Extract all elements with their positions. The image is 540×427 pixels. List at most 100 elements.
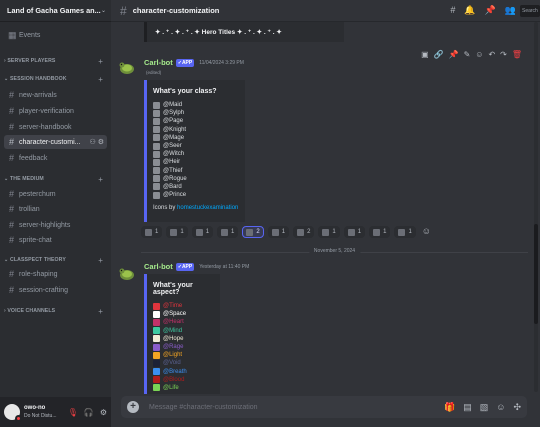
role-mention[interactable]: @Mind xyxy=(162,328,183,334)
attach-plus-icon[interactable]: + xyxy=(127,401,139,413)
role-mention[interactable]: @Rage xyxy=(162,344,184,350)
gear-icon[interactable]: ⚙ xyxy=(100,408,107,417)
role-mention[interactable]: @Life xyxy=(162,385,180,391)
emoji-icon[interactable]: ☺ xyxy=(496,402,505,413)
category-classpect-theory[interactable]: ⌄ CLASSPECT THEORY + xyxy=(4,257,107,263)
footer-link[interactable]: homestuckexamination xyxy=(177,205,238,211)
role-mention[interactable]: @Bard xyxy=(162,184,183,190)
role-mention[interactable]: @Thief xyxy=(162,168,183,174)
timestamp[interactable]: 11/04/2024 3:29 PM xyxy=(199,60,244,66)
category-label: SESSION HANDBOOK xyxy=(10,76,67,82)
thread-icon[interactable]: ✎ xyxy=(464,50,471,59)
role-mention[interactable]: @Sylph xyxy=(162,110,185,116)
mute-mic-icon[interactable]: 🎙 xyxy=(68,408,78,417)
role-mention[interactable]: @Seer xyxy=(162,143,183,149)
reaction-button[interactable]: 1 xyxy=(318,226,340,238)
role-mention[interactable]: @Page xyxy=(162,118,184,124)
add-channel-icon[interactable]: + xyxy=(98,76,103,82)
author-name[interactable]: Carl-bot xyxy=(144,262,173,271)
category-the-medium[interactable]: ⌄ THE MEDIUM + xyxy=(4,176,107,182)
bell-icon[interactable]: 🔔 xyxy=(464,5,475,16)
reaction-button[interactable]: 1 xyxy=(267,226,290,238)
hash-icon: # xyxy=(8,235,14,245)
add-reaction-icon[interactable]: ☺ xyxy=(420,226,433,238)
role-mention[interactable]: @Maid xyxy=(162,102,183,108)
channel-player-verification[interactable]: # player-verification xyxy=(4,104,107,118)
scrollbar-track[interactable] xyxy=(534,22,538,392)
composer-placeholder[interactable]: Message #character-customization xyxy=(149,404,258,411)
scrollbar-thumb[interactable] xyxy=(534,224,538,324)
search-input[interactable]: Search xyxy=(520,5,540,17)
reaction-button[interactable]: 1 xyxy=(166,226,188,238)
user-panel: owo-no Do Not Distu... 🎙 🎧 ⚙ xyxy=(0,397,111,427)
reaction-button[interactable]: 1 xyxy=(369,226,391,238)
role-mention[interactable]: @Rogue xyxy=(162,176,188,182)
gift-icon[interactable]: 🎁 xyxy=(444,402,455,413)
author-name[interactable]: Carl-bot xyxy=(144,58,173,67)
pin-icon[interactable]: 📌 xyxy=(449,50,459,59)
role-mention[interactable]: @Heir xyxy=(162,159,181,165)
role-mention[interactable]: @Time xyxy=(162,303,183,309)
add-channel-icon[interactable]: + xyxy=(98,308,103,314)
server-header[interactable]: Land of Gacha Games an... ⌄ xyxy=(0,0,111,22)
timestamp[interactable]: Yesterday at 11:40 PM xyxy=(199,264,249,270)
reaction-button[interactable]: 1 xyxy=(141,226,163,238)
role-mention[interactable]: @Space xyxy=(162,311,187,317)
channel-sprite-chat[interactable]: # sprite-chat xyxy=(4,233,107,247)
message-composer[interactable]: + Message #character-customization 🎁 ▤ ▧… xyxy=(121,396,527,418)
avatar[interactable] xyxy=(4,404,22,422)
channel-feedback[interactable]: # feedback xyxy=(4,151,107,165)
channel-server-highlights[interactable]: # server-highlights xyxy=(4,218,107,232)
reply-icon[interactable]: ↶ xyxy=(488,50,495,59)
apps-icon[interactable]: ✣ xyxy=(513,402,521,413)
channel-session-crafting[interactable]: # session-crafting xyxy=(4,283,107,297)
hash-icon: # xyxy=(8,285,14,295)
forward-icon[interactable]: ↷ xyxy=(500,50,507,59)
add-channel-icon[interactable]: + xyxy=(98,58,103,64)
delete-icon[interactable]: 🗑 xyxy=(512,50,522,59)
reaction-button[interactable]: 2 xyxy=(293,226,315,238)
role-mention[interactable]: @Witch xyxy=(162,151,185,157)
channel-server-handbook[interactable]: # server-handbook xyxy=(4,120,107,134)
app-icon[interactable]: ▣ xyxy=(421,50,429,59)
role-mention[interactable]: @Breath xyxy=(162,369,188,375)
role-mention[interactable]: @Blood xyxy=(162,377,185,383)
gear-icon[interactable]: ⚙ xyxy=(98,139,104,146)
bot-avatar[interactable] xyxy=(118,264,136,282)
reaction-button[interactable]: 1 xyxy=(191,226,214,238)
pin-icon[interactable]: 📌 xyxy=(485,5,496,16)
sticker-icon[interactable]: ▧ xyxy=(480,402,489,413)
add-member-icon[interactable]: ⚇ xyxy=(89,139,95,146)
link-icon[interactable]: 🔗 xyxy=(434,50,444,59)
bot-avatar[interactable] xyxy=(118,58,136,76)
channel-pesterchum[interactable]: # pesterchum xyxy=(4,187,107,201)
user-info[interactable]: owo-no Do Not Distu... xyxy=(24,404,57,420)
channel-role-shaping[interactable]: # role-shaping xyxy=(4,267,107,281)
role-mention[interactable]: @Heart xyxy=(162,319,185,325)
role-mention[interactable]: @Mage xyxy=(162,135,185,141)
category-voice-channels[interactable]: › VOICE CHANNELS + xyxy=(4,308,107,314)
channel-character-customization[interactable]: # character-customi... ⚇ ⚙ xyxy=(4,135,107,149)
category-session-handbook[interactable]: ⌄ SESSION HANDBOOK + xyxy=(4,76,107,82)
role-mention[interactable]: @Prince xyxy=(162,192,187,198)
reaction-button[interactable]: 2 xyxy=(242,226,264,238)
add-channel-icon[interactable]: + xyxy=(98,257,103,263)
events-item[interactable]: ▦ Events xyxy=(4,28,107,42)
role-mention[interactable]: @Void xyxy=(162,360,182,366)
gif-icon[interactable]: ▤ xyxy=(463,402,472,413)
threads-icon[interactable]: # xyxy=(450,5,455,16)
class-icon xyxy=(195,228,203,236)
channel-new-arrivals[interactable]: # new-arrivals xyxy=(4,88,107,102)
add-reaction-icon[interactable]: ☺ xyxy=(475,50,483,59)
role-mention[interactable]: @Hope xyxy=(162,336,184,342)
add-channel-icon[interactable]: + xyxy=(98,176,103,182)
reaction-button[interactable]: 1 xyxy=(394,226,416,238)
role-mention[interactable]: @Light xyxy=(162,352,183,358)
role-mention[interactable]: @Knight xyxy=(162,127,187,133)
channel-trollian[interactable]: # trollian xyxy=(4,202,107,216)
category-server-players[interactable]: › SERVER PLAYERS + xyxy=(4,58,107,64)
headphones-icon[interactable]: 🎧 xyxy=(84,408,94,417)
reaction-button[interactable]: 1 xyxy=(217,226,239,238)
reaction-button[interactable]: 1 xyxy=(343,226,366,238)
members-icon[interactable]: 👥 xyxy=(505,5,516,16)
